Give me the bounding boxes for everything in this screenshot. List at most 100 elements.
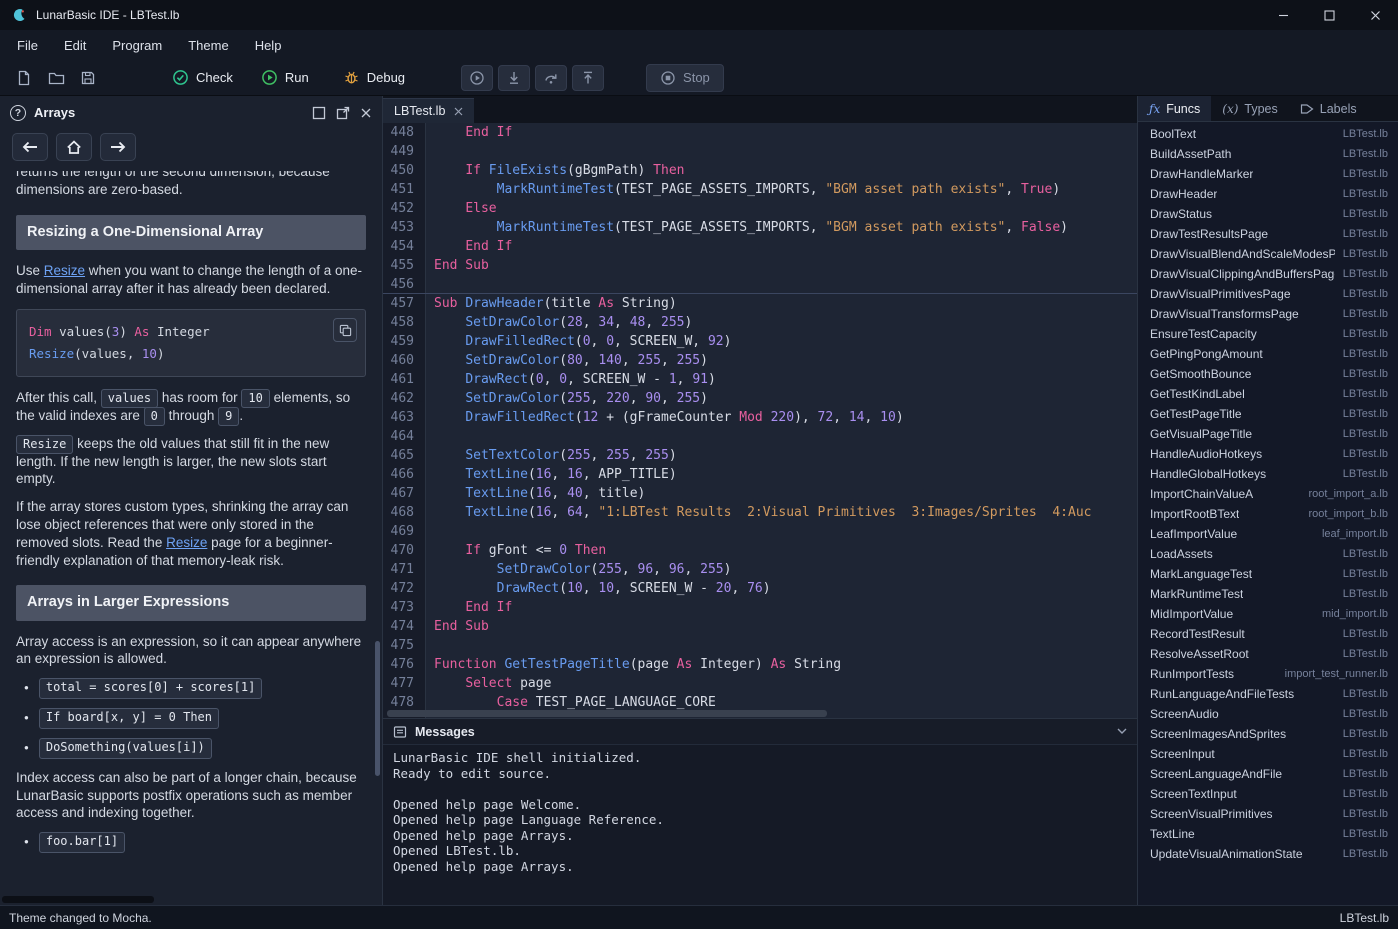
code-line-452[interactable]: 452 Else bbox=[383, 199, 1137, 218]
menu-help[interactable]: Help bbox=[242, 30, 295, 60]
editor-tab-lbtest[interactable]: LBTest.lb bbox=[383, 98, 474, 123]
func-item[interactable]: GetTestKindLabelLBTest.lb bbox=[1138, 384, 1398, 404]
func-item[interactable]: ScreenAudioLBTest.lb bbox=[1138, 704, 1398, 724]
code-line-453[interactable]: 453 MarkRuntimeTest(TEST_PAGE_ASSETS_IMP… bbox=[383, 218, 1137, 237]
func-item[interactable]: TextLineLBTest.lb bbox=[1138, 824, 1398, 844]
tab-funcs[interactable]: ƒx Funcs bbox=[1138, 96, 1211, 121]
func-item[interactable]: DrawHeaderLBTest.lb bbox=[1138, 184, 1398, 204]
help-home-button[interactable] bbox=[56, 133, 92, 161]
copy-code-button[interactable] bbox=[333, 318, 357, 342]
code-line-468[interactable]: 468 TextLine(16, 64, "1:LBTest Results 2… bbox=[383, 503, 1137, 522]
messages-header[interactable]: Messages bbox=[383, 719, 1137, 745]
dock-panel-icon[interactable] bbox=[312, 106, 326, 120]
code-line-456[interactable]: 456 bbox=[383, 275, 1137, 294]
minimize-button[interactable] bbox=[1260, 0, 1306, 30]
func-item[interactable]: HandleAudioHotkeysLBTest.lb bbox=[1138, 444, 1398, 464]
continue-button[interactable] bbox=[461, 65, 493, 91]
menu-theme[interactable]: Theme bbox=[175, 30, 241, 60]
code-line-476[interactable]: 476Function GetTestPageTitle(page As Int… bbox=[383, 655, 1137, 674]
code-line-470[interactable]: 470 If gFont <= 0 Then bbox=[383, 541, 1137, 560]
maximize-button[interactable] bbox=[1306, 0, 1352, 30]
func-item[interactable]: DrawVisualTransformsPageLBTest.lb bbox=[1138, 304, 1398, 324]
func-item[interactable]: DrawTestResultsPageLBTest.lb bbox=[1138, 224, 1398, 244]
help-back-button[interactable] bbox=[12, 133, 48, 161]
code-line-463[interactable]: 463 DrawFilledRect(12 + (gFrameCounter M… bbox=[383, 408, 1137, 427]
func-item[interactable]: ImportRootBTextroot_import_b.lb bbox=[1138, 504, 1398, 524]
code-line-462[interactable]: 462 SetDrawColor(255, 220, 90, 255) bbox=[383, 389, 1137, 408]
code-line-460[interactable]: 460 SetDrawColor(80, 140, 255, 255) bbox=[383, 351, 1137, 370]
func-item[interactable]: ImportChainValueAroot_import_a.lb bbox=[1138, 484, 1398, 504]
chevron-down-icon[interactable] bbox=[1117, 728, 1127, 735]
code-line-477[interactable]: 477 Select page bbox=[383, 674, 1137, 693]
code-line-464[interactable]: 464 bbox=[383, 427, 1137, 446]
open-external-icon[interactable] bbox=[336, 106, 350, 120]
func-item[interactable]: MarkRuntimeTestLBTest.lb bbox=[1138, 584, 1398, 604]
help-forward-button[interactable] bbox=[100, 133, 136, 161]
func-item[interactable]: MarkLanguageTestLBTest.lb bbox=[1138, 564, 1398, 584]
func-item[interactable]: RunImportTestsimport_test_runner.lb bbox=[1138, 664, 1398, 684]
func-item[interactable]: LoadAssetsLBTest.lb bbox=[1138, 544, 1398, 564]
save-button[interactable] bbox=[72, 64, 104, 92]
new-file-button[interactable] bbox=[8, 64, 40, 92]
code-line-475[interactable]: 475 bbox=[383, 636, 1137, 655]
func-item[interactable]: ScreenVisualPrimitivesLBTest.lb bbox=[1138, 804, 1398, 824]
func-item[interactable]: GetVisualPageTitleLBTest.lb bbox=[1138, 424, 1398, 444]
code-line-461[interactable]: 461 DrawRect(0, 0, SCREEN_W - 1, 91) bbox=[383, 370, 1137, 389]
code-line-451[interactable]: 451 MarkRuntimeTest(TEST_PAGE_ASSETS_IMP… bbox=[383, 180, 1137, 199]
menu-file[interactable]: File bbox=[4, 30, 51, 60]
code-line-469[interactable]: 469 bbox=[383, 522, 1137, 541]
code-line-466[interactable]: 466 TextLine(16, 16, APP_TITLE) bbox=[383, 465, 1137, 484]
func-item[interactable]: GetTestPageTitleLBTest.lb bbox=[1138, 404, 1398, 424]
func-item[interactable]: ScreenLanguageAndFileLBTest.lb bbox=[1138, 764, 1398, 784]
code-line-459[interactable]: 459 DrawFilledRect(0, 0, SCREEN_W, 92) bbox=[383, 332, 1137, 351]
menu-program[interactable]: Program bbox=[99, 30, 175, 60]
func-item[interactable]: RecordTestResultLBTest.lb bbox=[1138, 624, 1398, 644]
code-line-449[interactable]: 449 bbox=[383, 142, 1137, 161]
func-item[interactable]: DrawVisualPrimitivesPageLBTest.lb bbox=[1138, 284, 1398, 304]
func-item[interactable]: RunLanguageAndFileTestsLBTest.lb bbox=[1138, 684, 1398, 704]
func-item[interactable]: BoolTextLBTest.lb bbox=[1138, 124, 1398, 144]
code-line-454[interactable]: 454 End If bbox=[383, 237, 1137, 256]
step-into-button[interactable] bbox=[498, 65, 530, 91]
code-line-450[interactable]: 450 If FileExists(gBgmPath) Then bbox=[383, 161, 1137, 180]
help-horizontal-scrollbar[interactable] bbox=[2, 896, 154, 903]
tab-close-icon[interactable] bbox=[454, 107, 463, 116]
code-line-474[interactable]: 474End Sub bbox=[383, 617, 1137, 636]
run-button[interactable]: Run bbox=[255, 64, 315, 92]
func-item[interactable]: ScreenInputLBTest.lb bbox=[1138, 744, 1398, 764]
code-line-465[interactable]: 465 SetTextColor(255, 255, 255) bbox=[383, 446, 1137, 465]
code-line-472[interactable]: 472 DrawRect(10, 10, SCREEN_W - 20, 76) bbox=[383, 579, 1137, 598]
debug-button[interactable]: Debug bbox=[337, 64, 411, 92]
help-link[interactable]: Resize bbox=[44, 263, 85, 278]
menu-edit[interactable]: Edit bbox=[51, 30, 99, 60]
help-link[interactable]: Resize bbox=[166, 535, 207, 550]
func-item[interactable]: MidImportValuemid_import.lb bbox=[1138, 604, 1398, 624]
func-item[interactable]: UpdateVisualAnimationStateLBTest.lb bbox=[1138, 844, 1398, 864]
code-line-455[interactable]: 455End Sub bbox=[383, 256, 1137, 275]
tab-types[interactable]: (x) Types bbox=[1211, 96, 1289, 121]
code-line-457[interactable]: 457Sub DrawHeader(title As String) bbox=[383, 294, 1137, 313]
close-button[interactable] bbox=[1352, 0, 1398, 30]
close-panel-icon[interactable] bbox=[360, 107, 372, 119]
code-editor[interactable]: 448 End If449450 If FileExists(gBgmPath)… bbox=[383, 123, 1137, 718]
func-item[interactable]: EnsureTestCapacityLBTest.lb bbox=[1138, 324, 1398, 344]
code-line-473[interactable]: 473 End If bbox=[383, 598, 1137, 617]
step-over-button[interactable] bbox=[535, 65, 567, 91]
func-item[interactable]: GetPingPongAmountLBTest.lb bbox=[1138, 344, 1398, 364]
step-out-button[interactable] bbox=[572, 65, 604, 91]
open-file-button[interactable] bbox=[40, 64, 72, 92]
func-item[interactable]: BuildAssetPathLBTest.lb bbox=[1138, 144, 1398, 164]
func-item[interactable]: DrawStatusLBTest.lb bbox=[1138, 204, 1398, 224]
func-item[interactable]: LeafImportValueleaf_import.lb bbox=[1138, 524, 1398, 544]
func-item[interactable]: ResolveAssetRootLBTest.lb bbox=[1138, 644, 1398, 664]
code-line-467[interactable]: 467 TextLine(16, 40, title) bbox=[383, 484, 1137, 503]
editor-horizontal-scrollbar[interactable] bbox=[387, 710, 827, 717]
check-button[interactable]: Check bbox=[166, 64, 239, 92]
help-vertical-scrollbar[interactable] bbox=[375, 641, 380, 776]
func-item[interactable]: DrawVisualBlendAndScaleModesPageLBTest.l… bbox=[1138, 244, 1398, 264]
func-item[interactable]: ScreenTextInputLBTest.lb bbox=[1138, 784, 1398, 804]
tab-labels[interactable]: Labels bbox=[1289, 96, 1368, 121]
func-item[interactable]: GetSmoothBounceLBTest.lb bbox=[1138, 364, 1398, 384]
code-line-471[interactable]: 471 SetDrawColor(255, 96, 96, 255) bbox=[383, 560, 1137, 579]
func-item[interactable]: ScreenImagesAndSpritesLBTest.lb bbox=[1138, 724, 1398, 744]
